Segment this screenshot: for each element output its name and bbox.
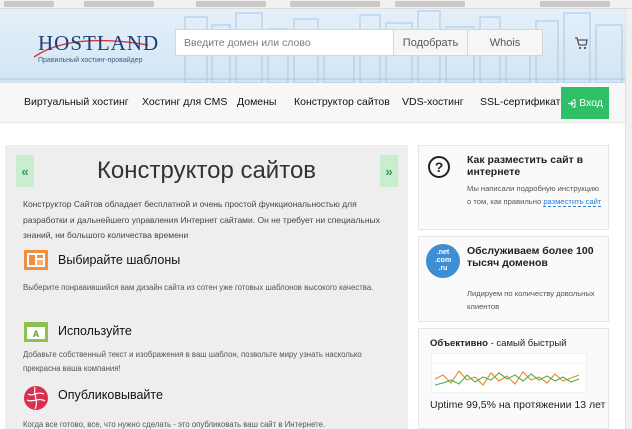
site-header: HOSTLAND Правильный хостинг-провайдер По…: [0, 9, 632, 83]
domains-text: Лидируем по количеству довольных клиенто…: [467, 289, 595, 311]
nav-item-domains[interactable]: Домены: [237, 96, 276, 108]
section-text-templates: Выберите понравившийся вам дизайн сайта …: [23, 283, 374, 292]
uptime-text: Uptime 99,5% на протяжении 13 лет: [430, 399, 606, 411]
section-title-templates: Выбирайте шаблоны: [58, 253, 181, 267]
speed-label: Объективно - самый быстрый: [430, 338, 567, 349]
pick-domain-button[interactable]: Подобрать: [393, 29, 468, 56]
page-scrollbar[interactable]: [625, 9, 632, 429]
nav-item-ssl-certificates[interactable]: SSL-сертификаты: [480, 96, 568, 108]
hosting-guide-link[interactable]: разместить сайт: [543, 197, 602, 207]
login-button[interactable]: Вход: [561, 87, 609, 119]
section-text-use: Добавьте собственный текст и изображения…: [23, 350, 362, 373]
cart-icon[interactable]: [574, 36, 588, 50]
question-icon: ?: [428, 156, 450, 178]
nav-item-virtual-hosting[interactable]: Виртуальный хостинг: [24, 96, 129, 108]
nav-item-cms-hosting[interactable]: Хостинг для CMS: [142, 96, 227, 108]
section-title-publish: Опубликовывайте: [58, 388, 163, 402]
domain-search-input[interactable]: [175, 29, 393, 56]
main-navigation: Виртуальный хостинг Хостинг для CMS Доме…: [0, 83, 632, 123]
site-logo[interactable]: HOSTLAND Правильный хостинг-провайдер: [30, 27, 160, 67]
nav-item-vds-hosting[interactable]: VDS-хостинг: [402, 96, 464, 108]
domains-card: .net .com .ru Обслуживаем более 100 тыся…: [418, 236, 609, 322]
speed-card: Объективно - самый быстрый Uptime 99,5% …: [418, 328, 609, 429]
text-editor-icon: A: [24, 322, 48, 342]
bookmarks-bar: [0, 0, 632, 9]
login-icon: [568, 99, 576, 107]
section-title-use: Используйте: [58, 324, 132, 338]
site-builder-panel: « Конструктор сайтов » Конструктор Сайто…: [5, 145, 408, 429]
login-label: Вход: [579, 97, 603, 109]
hosting-guide-card: ? Как разместить сайт в интернете Мы нап…: [418, 145, 609, 230]
domain-zones-icon: .net .com .ru: [426, 244, 460, 278]
logo-tagline: Правильный хостинг-провайдер: [38, 57, 143, 64]
speed-comparison-chart: [431, 353, 587, 393]
logo-text: HOSTLAND: [38, 31, 160, 55]
domains-title: Обслуживаем более 100 тысяч доменов: [467, 245, 594, 269]
page-title: Конструктор сайтов: [96, 157, 317, 184]
template-icon: [24, 250, 48, 270]
domain-search: Подобрать Whois: [175, 29, 543, 56]
intro-text: Конструктор Сайтов обладает бесплатной и…: [23, 199, 380, 240]
whois-button[interactable]: Whois: [468, 29, 543, 56]
next-slide-button[interactable]: »: [380, 155, 398, 187]
svg-text:A: A: [33, 329, 40, 339]
hosting-guide-title: Как разместить сайт в интернете: [467, 154, 584, 178]
section-text-publish: Когда все готово, все, что нужно сделать…: [23, 420, 326, 429]
hosting-guide-text: Мы написали подробную инструкцию о том, …: [467, 184, 602, 207]
nav-item-site-builder[interactable]: Конструктор сайтов: [294, 96, 390, 108]
publish-globe-icon: [24, 386, 48, 410]
